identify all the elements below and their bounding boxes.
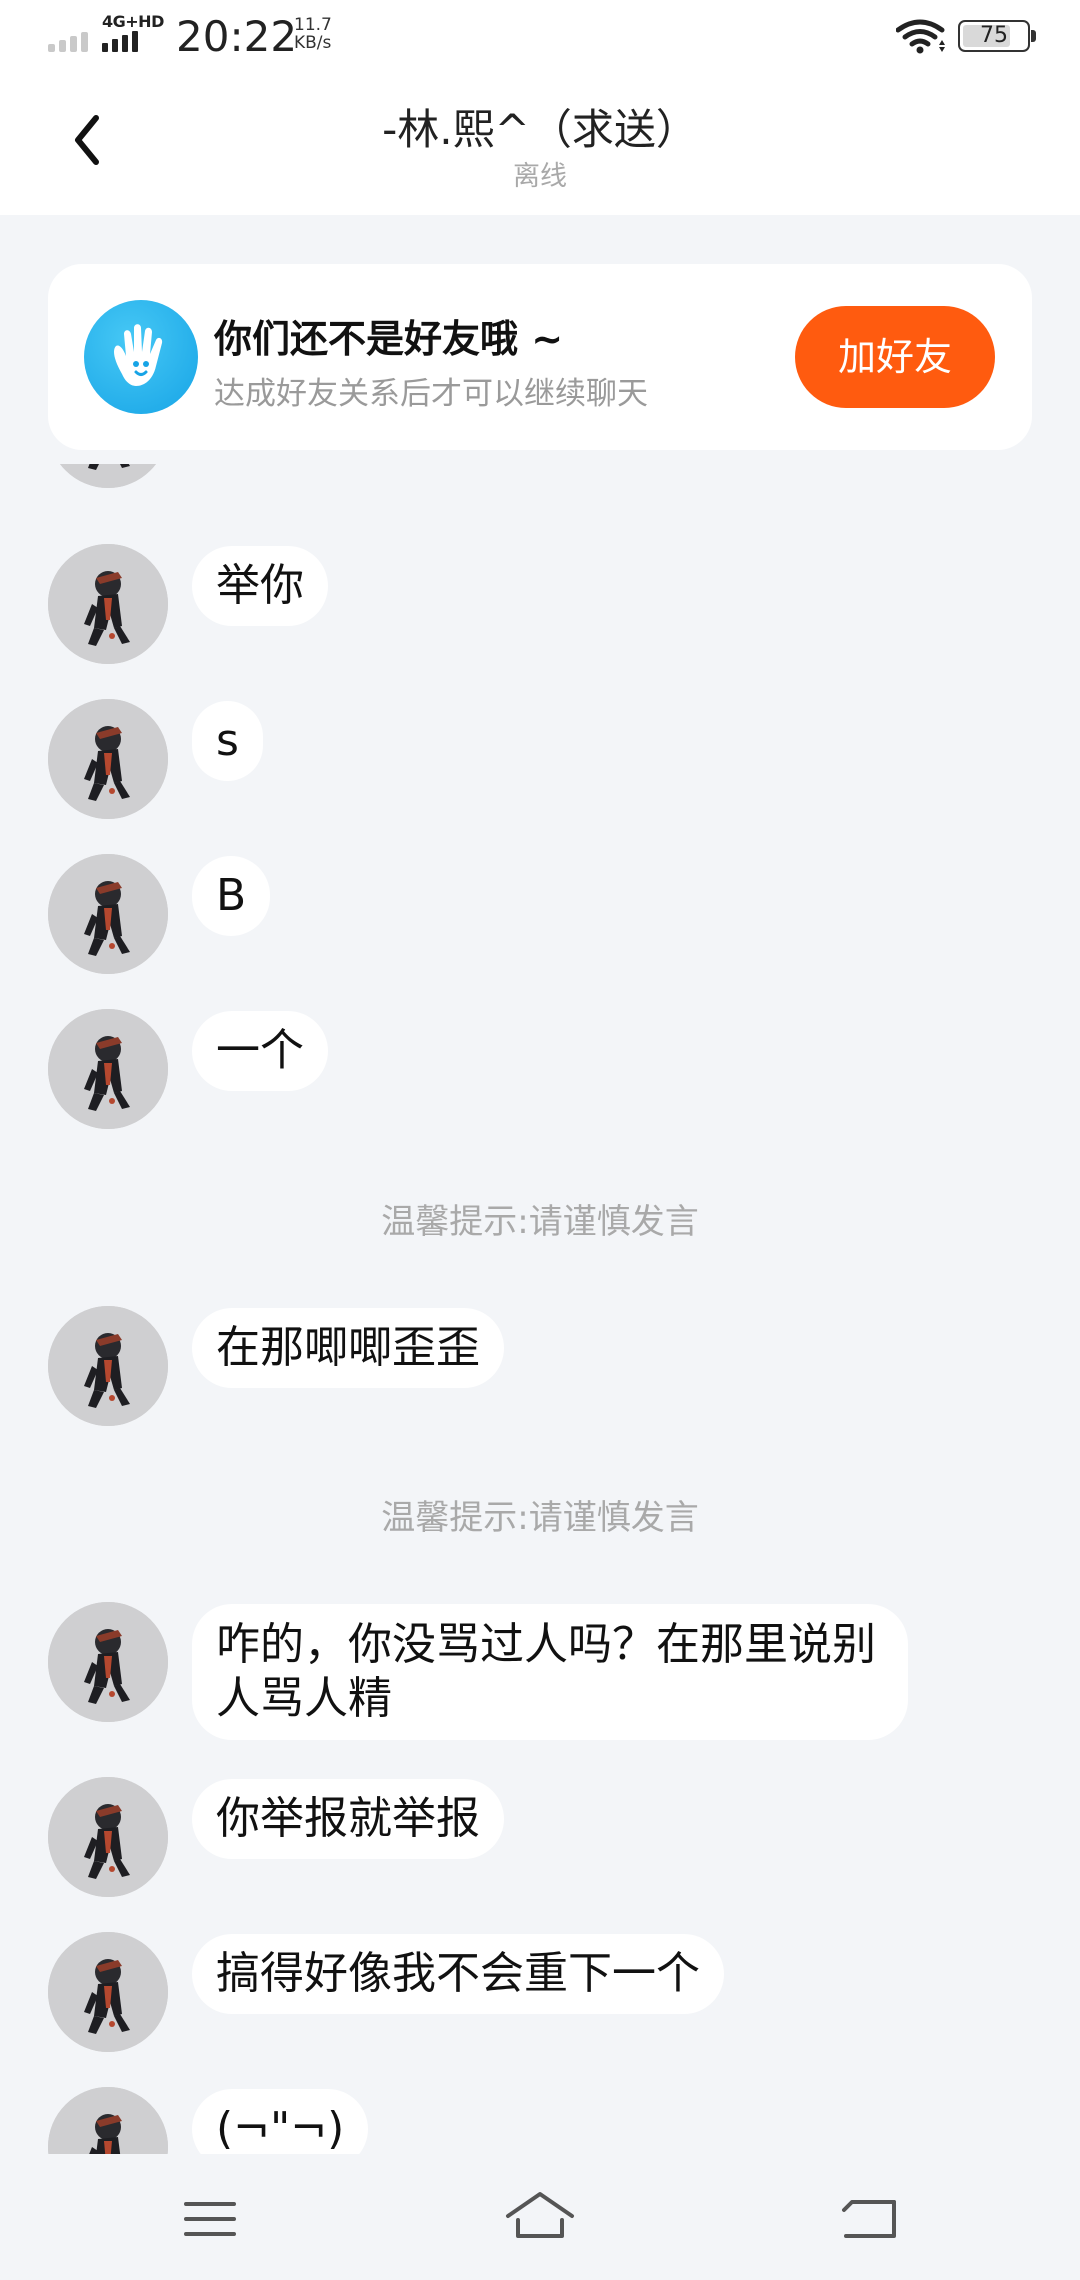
avatar[interactable] xyxy=(48,544,168,664)
system-nav-bar xyxy=(0,2154,1080,2280)
avatar[interactable] xyxy=(48,1932,168,2052)
top-bar: 4G+HD 20:22 11.7 KB/s 75 -林.熙^（求送） 离线 xyxy=(0,0,1080,215)
avatar[interactable] xyxy=(48,854,168,974)
banner-description: 达成好友关系后才可以继续聊天 xyxy=(214,376,648,412)
add-friend-button[interactable]: 加好友 xyxy=(795,306,995,408)
avatar[interactable] xyxy=(48,1602,168,1722)
message-list[interactable]: 举你 s B 一个 温馨提示:请谨慎发言 在那唧唧歪歪 温馨提示:请谨慎发言 咋… xyxy=(0,464,1080,2154)
status-time: 20:22 xyxy=(176,12,298,61)
battery-percent: 75 xyxy=(980,23,1008,48)
message-bubble[interactable]: B xyxy=(192,856,271,936)
network-indicator: 4G+HD xyxy=(100,12,164,56)
system-tip: 温馨提示:请谨慎发言 xyxy=(381,1498,699,1538)
network-speed-value: 11.7 xyxy=(294,15,332,35)
avatar[interactable] xyxy=(48,1009,168,1129)
message-bubble[interactable]: 咋的，你没骂过人吗？在那里说别人骂人精 xyxy=(192,1604,908,1740)
battery-tip xyxy=(1031,30,1036,42)
battery-icon: 75 xyxy=(958,20,1030,52)
friend-request-banner: 你们还不是好友哦 ~ 达成好友关系后才可以继续聊天 加好友 xyxy=(48,264,1032,450)
waving-hand-icon xyxy=(84,300,198,414)
network-speed: 11.7 KB/s xyxy=(294,16,332,52)
avatar[interactable] xyxy=(48,699,168,819)
wifi-icon xyxy=(896,19,945,54)
network-type: 4G+HD xyxy=(102,12,164,31)
chat-title: -林.熙^（求送） xyxy=(382,105,698,154)
message-bubble[interactable]: s xyxy=(192,701,263,781)
network-speed-unit: KB/s xyxy=(294,33,332,53)
message-bubble[interactable]: 一个 xyxy=(192,1011,328,1091)
avatar[interactable] xyxy=(48,464,168,488)
status-bar: 4G+HD 20:22 11.7 KB/s 75 xyxy=(0,0,1080,72)
message-bubble[interactable]: 你举报就举报 xyxy=(192,1779,504,1859)
system-tip: 温馨提示:请谨慎发言 xyxy=(381,1202,699,1242)
chat-status: 离线 xyxy=(513,161,567,192)
avatar[interactable] xyxy=(48,2087,168,2154)
home-icon[interactable] xyxy=(500,2184,580,2254)
message-bubble[interactable]: 在那唧唧歪歪 xyxy=(192,1308,504,1388)
message-bubble[interactable]: (¬"¬) xyxy=(192,2089,369,2154)
menu-icon[interactable] xyxy=(170,2184,250,2254)
message-bubble[interactable]: 搞得好像我不会重下一个 xyxy=(192,1934,724,2014)
message-bubble[interactable]: 举你 xyxy=(192,546,328,626)
banner-title: 你们还不是好友哦 ~ xyxy=(214,317,564,361)
avatar[interactable] xyxy=(48,1306,168,1426)
avatar[interactable] xyxy=(48,1777,168,1897)
back-icon[interactable] xyxy=(830,2184,910,2254)
